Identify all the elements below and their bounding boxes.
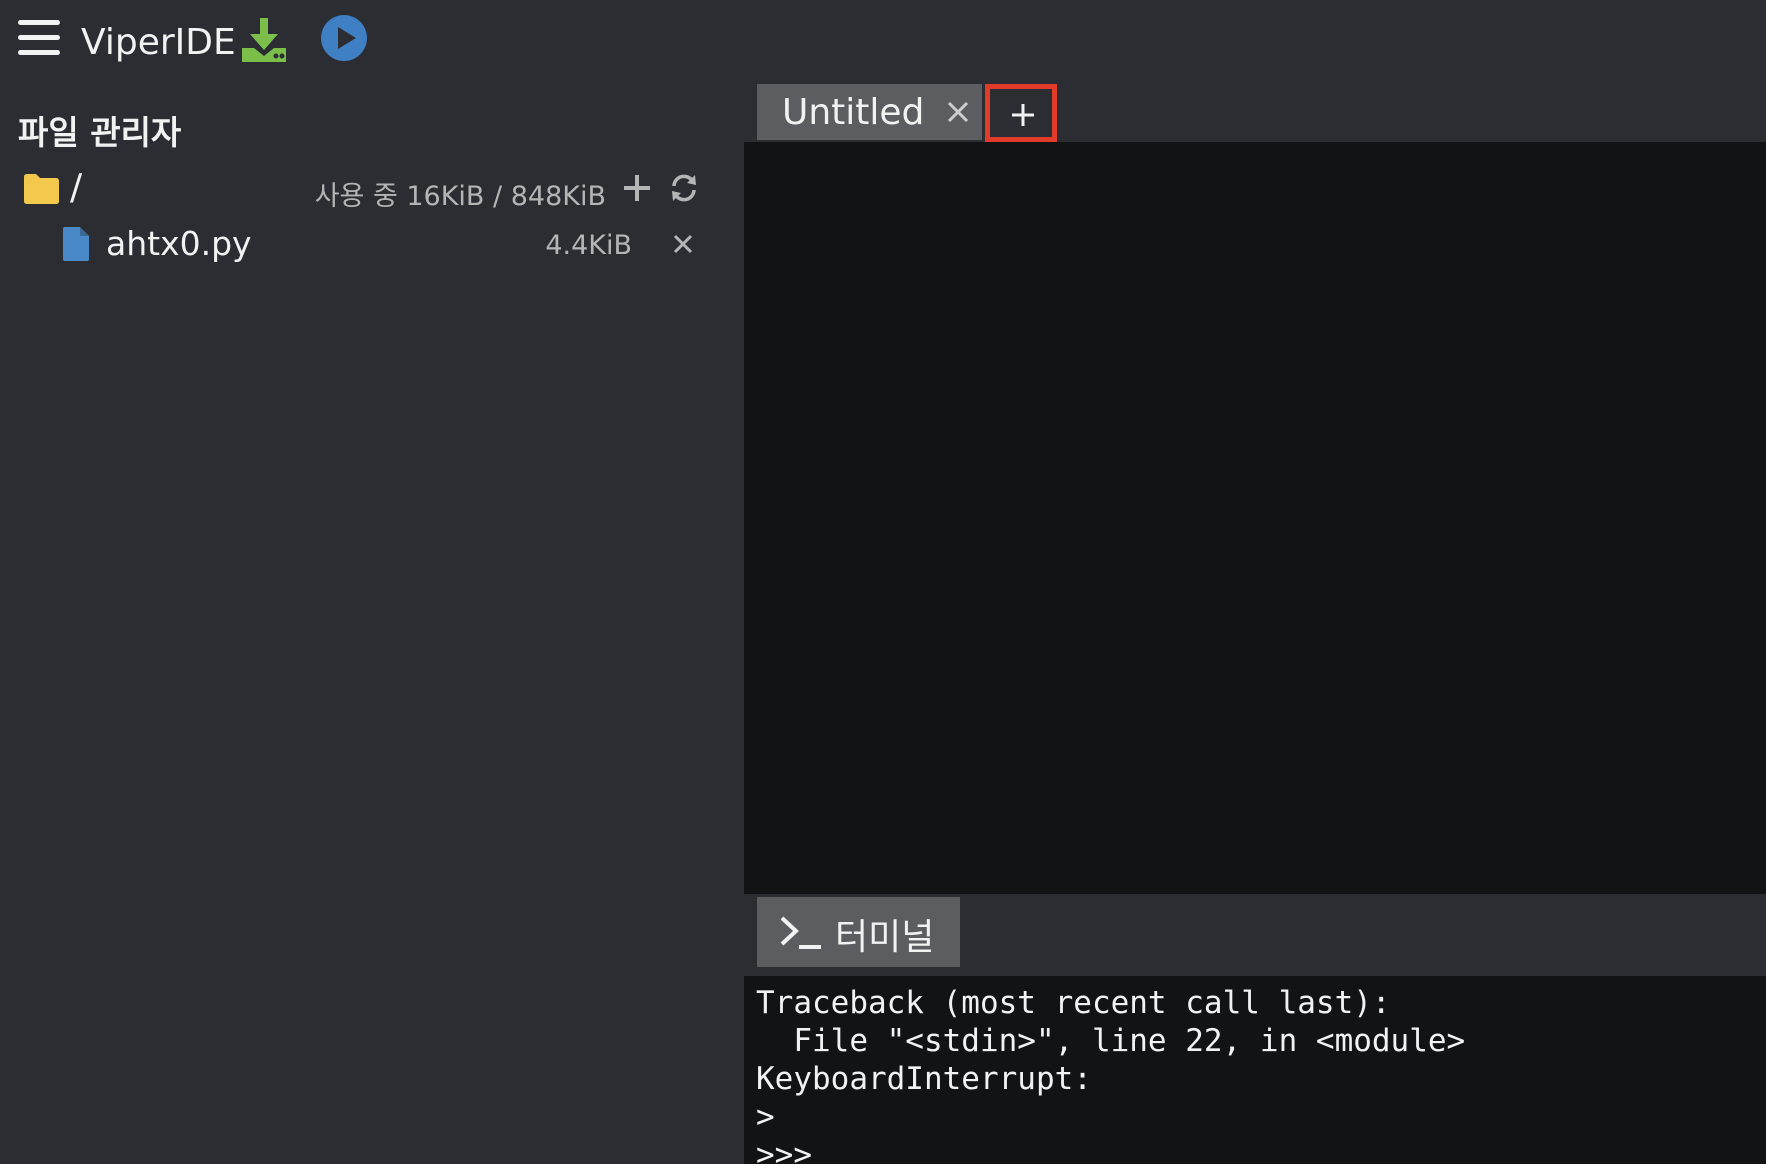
folder-icon xyxy=(22,173,60,205)
delete-file-icon[interactable] xyxy=(670,231,696,257)
root-folder-row[interactable]: / 사용 중 16KiB / 848KiB xyxy=(0,162,744,216)
terminal-output[interactable]: Traceback (most recent call last): File … xyxy=(744,976,1766,1164)
viperide-app: ViperIDE 파일 관리자 / 사용 중 16KiB / 848KiB ah… xyxy=(0,0,1766,1164)
file-size: 4.4KiB xyxy=(545,230,632,261)
file-manager-heading: 파일 관리자 xyxy=(18,113,182,152)
root-folder-label: / xyxy=(70,167,83,208)
editor-tab-bar: Untitled xyxy=(744,84,1766,142)
file-name[interactable]: ahtx0.py xyxy=(106,224,252,263)
file-row[interactable]: ahtx0.py 4.4KiB xyxy=(0,218,744,272)
code-editor[interactable] xyxy=(744,142,1766,894)
terminal-tab-label: 터미널 xyxy=(835,917,935,958)
close-tab-icon[interactable] xyxy=(946,100,970,124)
terminal-icon xyxy=(779,915,823,951)
download-icon[interactable] xyxy=(238,14,290,66)
new-tab-button[interactable] xyxy=(985,84,1057,142)
storage-usage: 사용 중 16KiB / 848KiB xyxy=(314,181,606,212)
tab-label: Untitled xyxy=(782,92,925,133)
file-icon xyxy=(62,226,90,262)
terminal-tab-bar: 터미널 xyxy=(744,894,1766,976)
plus-icon xyxy=(1012,104,1034,126)
tab-untitled[interactable]: Untitled xyxy=(757,84,982,140)
hamburger-menu-icon[interactable] xyxy=(18,18,60,58)
refresh-icon[interactable] xyxy=(668,172,700,204)
top-bar: ViperIDE xyxy=(0,0,1766,84)
tab-terminal[interactable]: 터미널 xyxy=(757,897,960,967)
play-icon[interactable] xyxy=(320,14,368,62)
add-file-icon[interactable] xyxy=(622,173,652,203)
app-title: ViperIDE xyxy=(81,22,236,63)
file-manager-panel: 파일 관리자 / 사용 중 16KiB / 848KiB ahtx0.py 4.… xyxy=(0,84,744,1164)
terminal-text: Traceback (most recent call last): File … xyxy=(756,985,1466,1164)
